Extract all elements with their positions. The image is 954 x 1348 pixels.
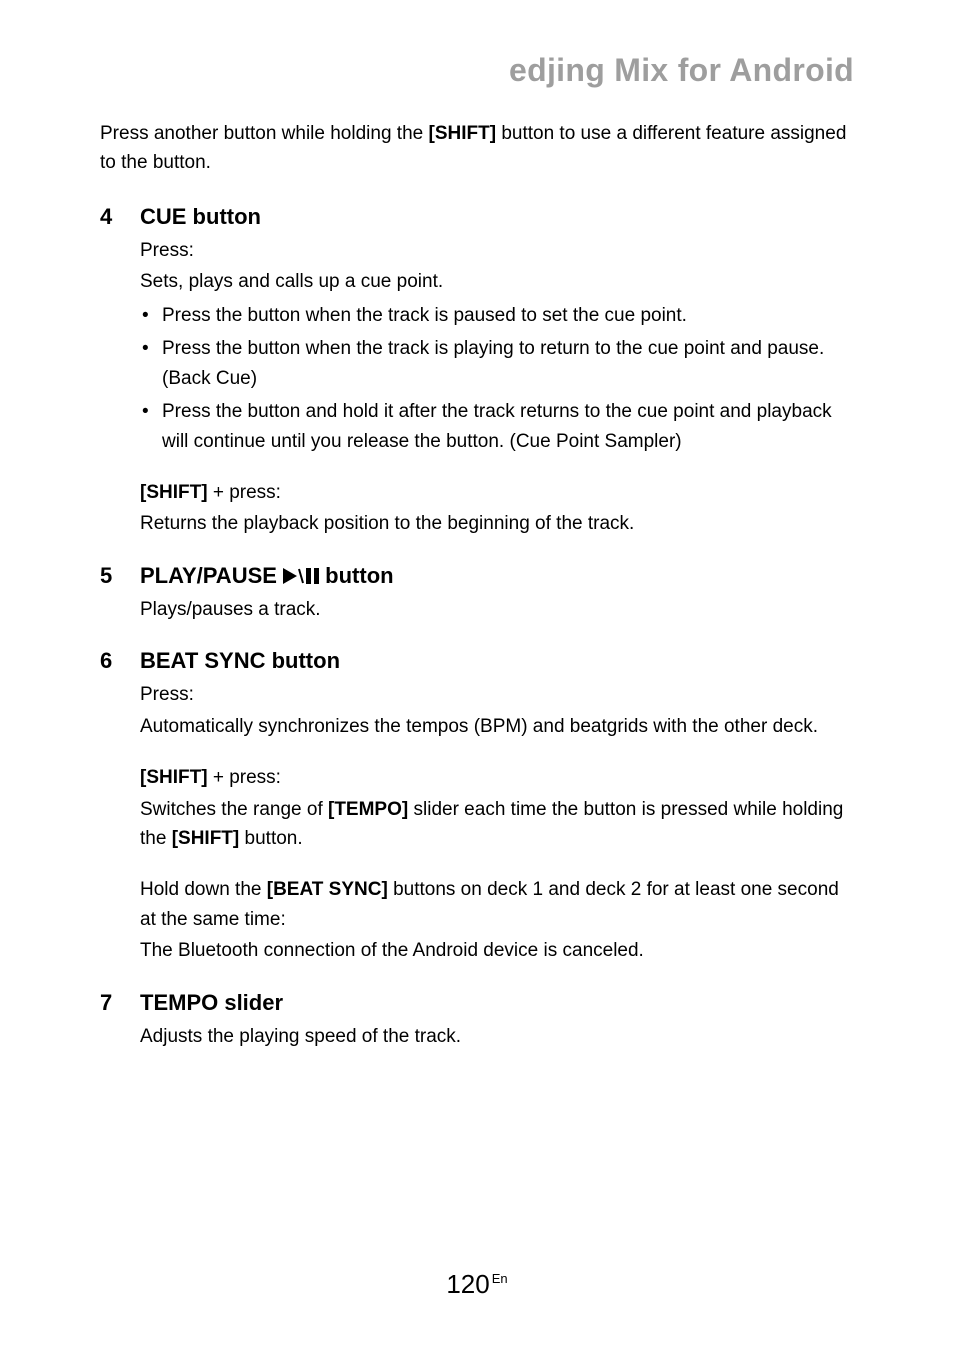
shift-desc-1: Switches the range of [TEMPO] slider eac…	[140, 795, 854, 854]
intro-paragraph: Press another button while holding the […	[100, 119, 854, 178]
section-title: TEMPO slider	[140, 990, 283, 1016]
section-number: 6	[100, 648, 122, 674]
page-footer: 120En	[0, 1269, 954, 1300]
shift-label: [SHIFT] + press:	[140, 478, 854, 507]
shift-label-rest: + press:	[208, 767, 281, 788]
section-body: Plays/pauses a track.	[140, 595, 854, 624]
section-play-pause: 5 PLAY/PAUSE button Plays/pauses a track…	[100, 563, 854, 624]
t: Hold down the	[140, 879, 267, 900]
section-body: Press: Automatically synchronizes the te…	[140, 680, 854, 966]
section-number: 7	[100, 990, 122, 1016]
tempo-desc: Adjusts the playing speed of the track.	[140, 1022, 854, 1051]
section-cue-button: 4 CUE button Press: Sets, plays and call…	[100, 204, 854, 539]
play-pause-icon	[283, 567, 319, 585]
page-header-title: edjing Mix for Android	[100, 52, 854, 89]
section-head: 4 CUE button	[100, 204, 854, 230]
title-pre: PLAY/PAUSE	[140, 563, 283, 588]
t-bold: [TEMPO]	[328, 799, 408, 820]
page-lang: En	[492, 1271, 508, 1286]
press-label: Press:	[140, 236, 854, 265]
section-body: Press: Sets, plays and calls up a cue po…	[140, 236, 854, 539]
bullet-list: Press the button when the track is pause…	[140, 301, 854, 456]
section-title: CUE button	[140, 204, 261, 230]
section-tempo-slider: 7 TEMPO slider Adjusts the playing speed…	[100, 990, 854, 1051]
list-item: Press the button when the track is pause…	[140, 301, 854, 330]
section-head: 5 PLAY/PAUSE button	[100, 563, 854, 589]
shift-label-bold: [SHIFT]	[140, 482, 208, 503]
shift-label: [SHIFT] + press:	[140, 763, 854, 792]
play-pause-desc: Plays/pauses a track.	[140, 595, 854, 624]
page-number: 120	[446, 1269, 489, 1299]
section-head: 6 BEAT SYNC button	[100, 648, 854, 674]
press-desc: Sets, plays and calls up a cue point.	[140, 267, 854, 296]
t: Switches the range of	[140, 799, 328, 820]
hold-line: Hold down the [BEAT SYNC] buttons on dec…	[140, 875, 854, 934]
section-title: PLAY/PAUSE button	[140, 563, 394, 589]
hold-desc: The Bluetooth connection of the Android …	[140, 936, 854, 965]
intro-bold: [SHIFT]	[429, 123, 497, 144]
press-desc: Automatically synchronizes the tempos (B…	[140, 712, 854, 741]
section-head: 7 TEMPO slider	[100, 990, 854, 1016]
section-title: BEAT SYNC button	[140, 648, 340, 674]
section-number: 4	[100, 204, 122, 230]
shift-label-rest: + press:	[208, 482, 281, 503]
shift-label-bold: [SHIFT]	[140, 767, 208, 788]
t-bold: [BEAT SYNC]	[267, 879, 388, 900]
title-post: button	[319, 563, 394, 588]
list-item: Press the button and hold it after the t…	[140, 397, 854, 456]
t: button.	[239, 828, 302, 849]
t-bold: [SHIFT]	[172, 828, 240, 849]
shift-desc: Returns the playback position to the beg…	[140, 509, 854, 538]
list-item: Press the button when the track is playi…	[140, 334, 854, 393]
press-label: Press:	[140, 680, 854, 709]
section-number: 5	[100, 563, 122, 589]
section-beat-sync: 6 BEAT SYNC button Press: Automatically …	[100, 648, 854, 966]
section-body: Adjusts the playing speed of the track.	[140, 1022, 854, 1051]
intro-pre: Press another button while holding the	[100, 123, 429, 144]
